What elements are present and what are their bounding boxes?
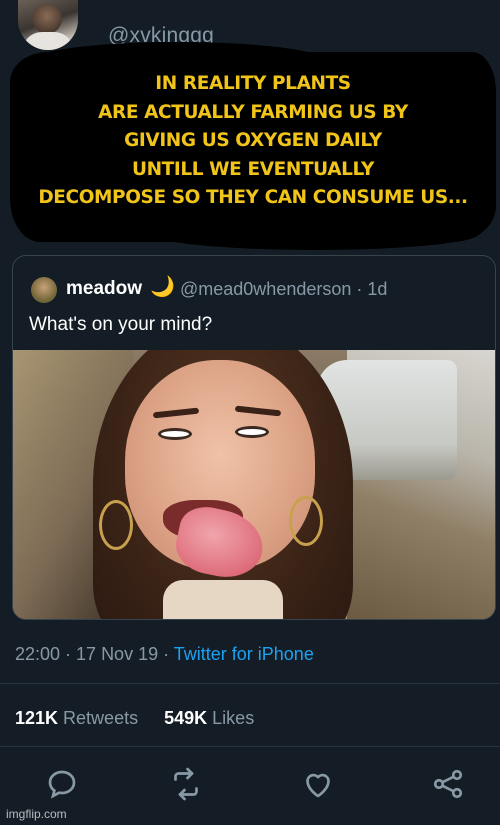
likes-count[interactable]: 549K bbox=[164, 708, 207, 728]
photo-shirt bbox=[163, 580, 283, 619]
imgflip-watermark: imgflip.com bbox=[6, 807, 67, 821]
divider bbox=[0, 746, 500, 747]
moon-emoji: 🌙 bbox=[150, 276, 175, 298]
quoted-avatar[interactable] bbox=[31, 277, 57, 303]
tweet-datetime: 22:00 · 17 Nov 19 · bbox=[15, 644, 174, 664]
quoted-tweet-text: What's on your mind? bbox=[29, 314, 213, 335]
avatar-shirt bbox=[22, 32, 74, 50]
photo-right-earring bbox=[289, 496, 323, 546]
quoted-tweet-card[interactable]: meadow 🌙 @mead0whenderson · 1d What's on… bbox=[12, 255, 496, 620]
caption-line: GIVING US OXYGEN DAILY bbox=[124, 130, 382, 151]
tweet-source-link[interactable]: Twitter for iPhone bbox=[174, 644, 314, 664]
caption-line: ARE ACTUALLY FARMING US BY bbox=[98, 101, 408, 123]
tweet-stats: 121K Retweets 549K Likes bbox=[15, 708, 254, 729]
quoted-display-name[interactable]: meadow bbox=[66, 278, 142, 300]
tweet-meta: 22:00 · 17 Nov 19 · Twitter for iPhone bbox=[15, 644, 314, 665]
meme-caption: IN REALITY PLANTS ARE ACTUALLY FARMING U… bbox=[10, 70, 496, 213]
photo-left-earring bbox=[99, 500, 133, 550]
retweets-count[interactable]: 121K bbox=[15, 708, 58, 728]
photo-left-eye bbox=[158, 428, 192, 440]
caption-line: UNTILL WE EVENTUALLY bbox=[131, 158, 375, 180]
author-avatar[interactable] bbox=[18, 0, 78, 50]
quoted-photo[interactable] bbox=[13, 350, 495, 619]
photo-right-eye bbox=[235, 426, 269, 438]
like-icon[interactable] bbox=[300, 766, 336, 802]
retweets-label[interactable]: Retweets bbox=[63, 708, 138, 728]
share-icon[interactable] bbox=[430, 766, 466, 802]
reply-icon[interactable] bbox=[44, 766, 80, 802]
likes-label[interactable]: Likes bbox=[212, 708, 254, 728]
tweet-screen: @xvkinggg IN REALITY PLANTS ARE ACTUALLY… bbox=[0, 0, 500, 825]
retweet-icon[interactable] bbox=[168, 766, 204, 802]
caption-line: IN REALITY PLANTS bbox=[155, 73, 351, 94]
avatar-face bbox=[32, 4, 62, 34]
quoted-handle-time: @mead0whenderson · 1d bbox=[180, 279, 388, 299]
tweet-actions bbox=[0, 766, 500, 806]
caption-line: DECOMPOSE SO THEY CAN CONSUME US... bbox=[38, 187, 468, 208]
divider bbox=[0, 683, 500, 684]
